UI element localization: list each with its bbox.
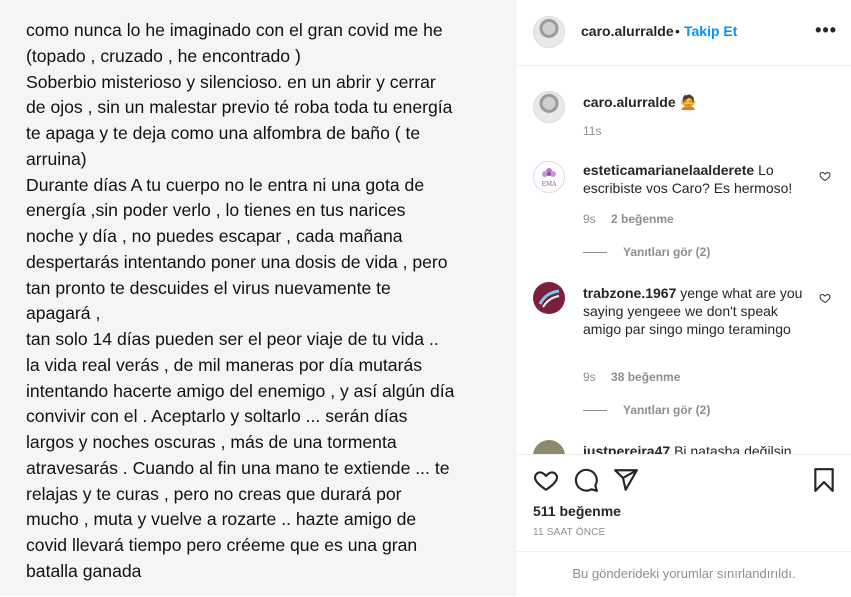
comment-text: justpereira47 Bi natasha değilsin xyxy=(583,442,815,454)
comment-text: esteticamarianelaalderete Lo escribiste … xyxy=(583,161,815,197)
post-text-line: convivir con el . Aceptarlo y soltarlo .… xyxy=(26,406,408,427)
post-text-line: de ojos , sin un malestar previo té roba… xyxy=(26,97,453,118)
caption-emoji: 🙅 xyxy=(679,94,697,110)
post-timestamp[interactable]: 11 SAAT ÖNCE xyxy=(533,527,605,538)
comments-restricted-notice: Bu gönderideki yorumlar sınırlandırıldı. xyxy=(517,551,851,597)
comment-text: trabzone.1967 yenge what are you saying … xyxy=(583,284,815,338)
comment-likes[interactable]: 38 beğenme xyxy=(611,370,680,384)
post-text-line: te apaga y te deja como una alfombra de … xyxy=(26,123,421,143)
post-text-line: arruina) xyxy=(26,148,87,169)
post-header: caro.alurralde • Takip Et ••• xyxy=(517,0,851,66)
post-text-line: intentando hacerte amigo del enemigo , y… xyxy=(26,380,455,401)
follow-button[interactable]: Takip Et xyxy=(684,23,737,39)
comment-avatar[interactable] xyxy=(533,282,565,314)
like-comment-heart-icon[interactable] xyxy=(819,170,831,182)
post-text-line: relajas y te curas , pero no creas que d… xyxy=(26,483,402,504)
post-actions: 511 beğenme 11 SAAT ÖNCE Bu gönderideki … xyxy=(517,454,851,596)
post-image[interactable]: como nunca lo he imaginado con el gran c… xyxy=(0,0,516,596)
author-avatar[interactable] xyxy=(533,16,565,48)
post-text-line: batalla ganada xyxy=(26,560,142,581)
comment-username[interactable]: trabzone.1967 xyxy=(583,285,676,301)
comment-username[interactable]: esteticamarianelaalderete xyxy=(583,162,754,178)
separator-dot: • xyxy=(675,23,680,39)
comment-icon[interactable] xyxy=(573,467,599,493)
view-replies-label: Yanıtları gör (2) xyxy=(623,403,711,417)
comment-meta: 9s 38 beğenme xyxy=(583,370,692,384)
post-text-line: (topado , cruzado , he encontrado ) xyxy=(26,45,301,66)
post-text-line: energía ,sin poder verlo , lo tienes en … xyxy=(26,200,406,221)
bookmark-icon[interactable] xyxy=(811,467,837,493)
comments-list[interactable]: caro.alurralde 🙅 11s EMA esteticamariane… xyxy=(517,67,851,454)
author-username[interactable]: caro.alurralde xyxy=(581,23,674,39)
caption-time[interactable]: 11s xyxy=(583,124,601,138)
post-text-line: Durante días A tu cuerpo no le entra ni … xyxy=(26,174,425,195)
post-text-line: despertarás intentando poner una dosis d… xyxy=(26,251,448,272)
share-icon[interactable] xyxy=(613,467,639,493)
post-text-line: largos y noches oscuras , más de una tor… xyxy=(26,432,397,452)
like-comment-heart-icon[interactable] xyxy=(819,292,831,304)
post-text-line: covid llevará tiempo pero créeme que es … xyxy=(26,535,418,555)
caption: caro.alurralde 🙅 xyxy=(583,93,815,111)
comment-avatar[interactable] xyxy=(533,440,565,454)
comment-body: Bi natasha değilsin xyxy=(674,443,792,454)
avatar-logo-text: EMA xyxy=(541,181,557,188)
replies-line xyxy=(583,252,607,254)
view-replies-button[interactable]: Yanıtları gör (2) xyxy=(583,403,710,417)
post-text: como nunca lo he imaginado con el gran c… xyxy=(26,18,506,585)
club-logo-icon xyxy=(534,283,564,313)
caption-username[interactable]: caro.alurralde xyxy=(583,94,676,110)
post-text-line: Soberbio misterioso y silencioso. en un … xyxy=(26,71,436,92)
like-heart-icon[interactable] xyxy=(533,467,559,493)
post-text-line: mucho , muta y vuelve a rozarte .. hazte… xyxy=(26,509,417,530)
replies-line xyxy=(583,410,607,412)
comment-likes[interactable]: 2 beğenme xyxy=(611,212,674,226)
more-options-icon[interactable]: ••• xyxy=(815,20,837,41)
post-text-line: tan solo 14 días pueden ser el peor viaj… xyxy=(26,329,439,349)
post-text-line: noche y día , no puedes escapar , cada m… xyxy=(26,226,403,246)
post-text-line: tan pronto te descuides el virus nuevame… xyxy=(26,277,391,298)
post-text-line: atravesarás . Cuando al fin una mano te … xyxy=(26,457,450,478)
post-side-panel: caro.alurralde • Takip Et ••• caro.alurr… xyxy=(517,0,851,596)
comment-time[interactable]: 9s xyxy=(583,370,596,384)
caption-avatar[interactable] xyxy=(533,91,565,123)
comment-username[interactable]: justpereira47 xyxy=(583,443,670,454)
comment-time[interactable]: 9s xyxy=(583,212,596,226)
caption-meta: 11s xyxy=(583,124,613,138)
view-replies-button[interactable]: Yanıtları gör (2) xyxy=(583,245,710,259)
post-text-line: apagará , xyxy=(26,303,101,324)
comment-avatar[interactable]: EMA xyxy=(533,161,565,193)
view-replies-label: Yanıtları gör (2) xyxy=(623,245,711,259)
post-text-line: como nunca lo he imaginado con el gran c… xyxy=(26,20,443,40)
comment-meta: 9s 2 beğenme xyxy=(583,212,686,226)
likes-count[interactable]: 511 beğenme xyxy=(533,503,621,519)
post-text-line: la vida real verás , de mil maneras por … xyxy=(26,354,423,375)
